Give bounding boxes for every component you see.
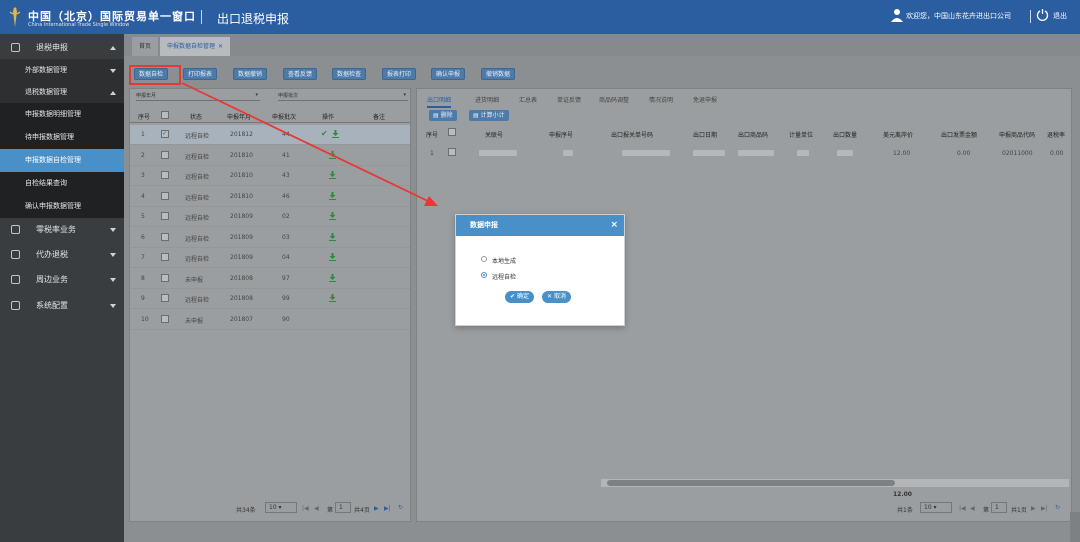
close-icon[interactable]: × bbox=[610, 215, 618, 236]
dialog-title-text: 数据申报 bbox=[470, 221, 498, 229]
ok-button[interactable]: ✔ 确定 bbox=[505, 291, 534, 303]
declare-dialog: 数据申报 × 本地生成 远程自检 ✔ 确定 ✕ 取消 bbox=[455, 214, 625, 326]
button-label: 确定 bbox=[516, 293, 529, 300]
close-icon: ✕ bbox=[547, 293, 553, 300]
dialog-title: 数据申报 × bbox=[456, 215, 624, 236]
radio-label: 本地生成 bbox=[492, 258, 517, 265]
button-label: 取消 bbox=[553, 293, 566, 300]
remote-check-radio[interactable] bbox=[481, 272, 487, 278]
local-generate-radio[interactable] bbox=[481, 256, 487, 262]
check-icon: ✔ bbox=[510, 293, 516, 300]
radio-label: 远程自检 bbox=[492, 274, 517, 281]
cancel-button[interactable]: ✕ 取消 bbox=[542, 291, 571, 303]
